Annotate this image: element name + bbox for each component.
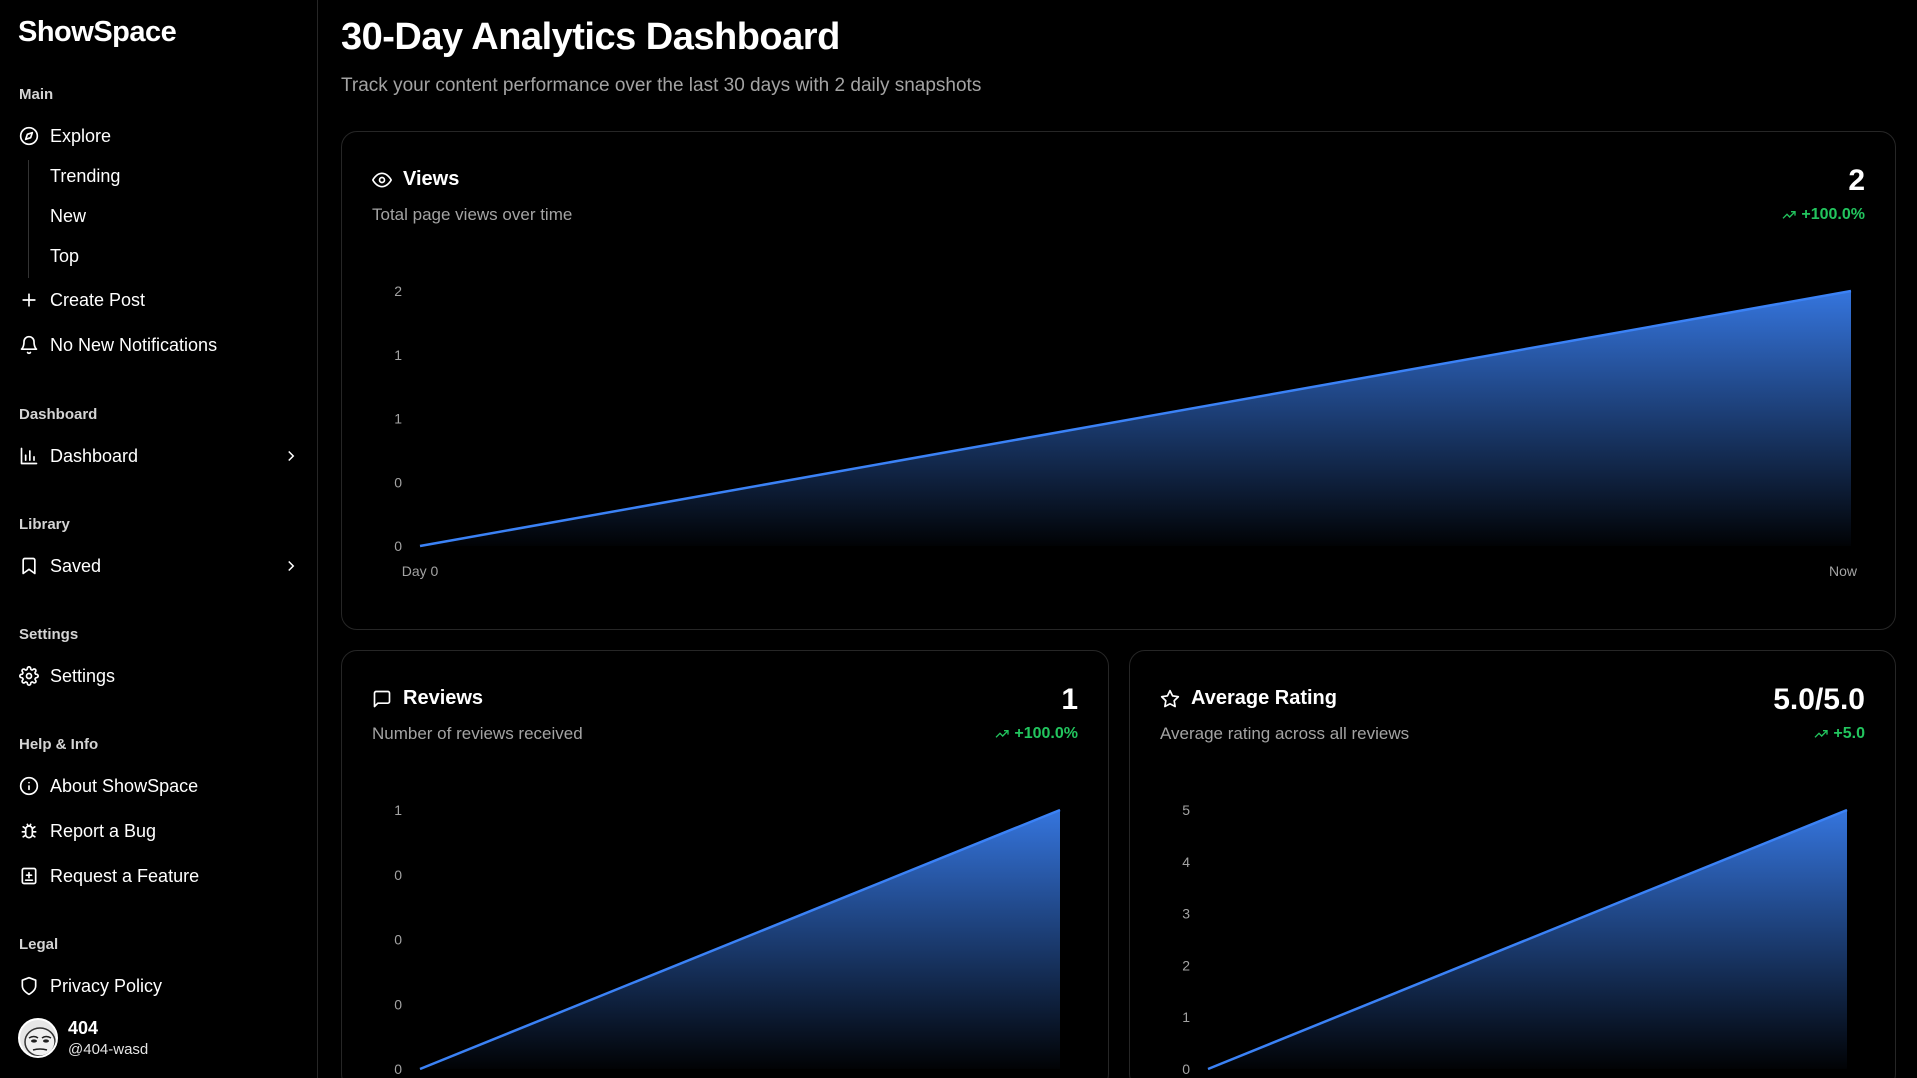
sidebar-item-label: Saved [50, 555, 102, 576]
sidebar-item-label: Request a Feature [50, 865, 200, 886]
x-tick-label: Day 0 [402, 563, 439, 579]
page-title: 30-Day Analytics Dashboard [341, 16, 840, 58]
y-tick-label: 0 [394, 932, 402, 948]
sidebar-item-label: Privacy Policy [50, 975, 163, 996]
section-label-help: Help & Info [19, 736, 99, 753]
rating-card: Average Rating Average rating across all… [1129, 650, 1896, 1078]
y-tick-label: 1 [394, 802, 402, 818]
sidebar-item-label: Explore [50, 125, 112, 146]
y-tick-label: 0 [394, 474, 402, 490]
y-tick-label: 0 [394, 1061, 402, 1077]
y-tick-label: 1 [394, 347, 402, 363]
rating-chart: 0 1 2 3 4 5 [1182, 802, 1848, 1077]
sidebar-item-label: Create Post [50, 289, 146, 310]
user-name: 404 [68, 1018, 99, 1038]
submenu-divider [28, 160, 29, 278]
sidebar-item-dashboard[interactable]: Dashboard [18, 438, 300, 474]
info-icon [18, 775, 40, 797]
sidebar-item-top[interactable]: Top [50, 246, 79, 267]
brand-logo[interactable]: ShowSpace [18, 16, 177, 49]
y-tick-label: 3 [1182, 906, 1190, 922]
y-tick-label: 0 [394, 996, 402, 1012]
chevron-right-icon [282, 447, 300, 465]
sidebar-item-request-feature[interactable]: Request a Feature [18, 858, 300, 894]
y-tick-label: 2 [394, 283, 402, 299]
y-tick-label: 5 [1182, 802, 1190, 818]
sidebar-item-label: About ShowSpace [50, 775, 199, 796]
compass-icon [18, 125, 40, 147]
y-tick-label: 0 [394, 538, 402, 554]
y-tick-label: 1 [1182, 1009, 1190, 1025]
section-label-library: Library [19, 516, 70, 533]
sidebar-item-report-bug[interactable]: Report a Bug [18, 813, 300, 849]
bar-chart-icon [18, 445, 40, 467]
section-label-dashboard: Dashboard [19, 406, 98, 423]
y-tick-label: 0 [394, 867, 402, 883]
user-profile[interactable]: 404 @404-wasd [18, 1018, 148, 1058]
sidebar: ShowSpace Main Explore Trending New Top … [0, 0, 318, 1078]
y-tick-label: 4 [1182, 854, 1190, 870]
section-label-settings: Settings [19, 626, 79, 643]
bug-icon [18, 820, 40, 842]
y-tick-label: 2 [1182, 957, 1190, 973]
sidebar-item-explore[interactable]: Explore [18, 118, 300, 154]
y-tick-label: 0 [1182, 1061, 1190, 1077]
sidebar-item-saved[interactable]: Saved [18, 548, 300, 584]
reviews-card: Reviews Number of reviews received 1 +10… [341, 650, 1109, 1078]
x-tick-label: Now [1829, 563, 1858, 579]
user-handle: @404-wasd [68, 1041, 149, 1058]
section-label-main: Main [19, 86, 54, 103]
gear-icon [18, 665, 40, 687]
sidebar-item-label: No New Notifications [50, 334, 218, 355]
bookmark-icon [18, 555, 40, 577]
avatar [18, 1018, 58, 1058]
sidebar-item-settings[interactable]: Settings [18, 658, 300, 694]
chevron-right-icon [282, 557, 300, 575]
sidebar-item-notifications[interactable]: No New Notifications [18, 327, 300, 363]
sidebar-item-label: Report a Bug [50, 820, 157, 841]
reviews-chart: 0 0 0 0 1 [394, 802, 1061, 1077]
sidebar-item-trending[interactable]: Trending [50, 166, 120, 187]
shield-icon [18, 975, 40, 997]
sidebar-item-new[interactable]: New [50, 206, 86, 227]
y-tick-label: 1 [394, 411, 402, 427]
bell-icon [18, 334, 40, 356]
sidebar-item-create-post[interactable]: Create Post [18, 282, 300, 318]
feature-request-icon [18, 865, 40, 887]
plus-icon [18, 289, 40, 311]
views-chart: 0 0 1 1 2 Day 0 Now [394, 283, 1858, 579]
sidebar-item-privacy[interactable]: Privacy Policy [18, 968, 300, 1004]
sidebar-item-about[interactable]: About ShowSpace [18, 768, 300, 804]
page-subtitle: Track your content performance over the … [341, 75, 982, 96]
sidebar-item-label: Settings [50, 665, 116, 686]
sidebar-item-label: Dashboard [50, 445, 139, 466]
section-label-legal: Legal [19, 936, 59, 953]
views-card: Views Total page views over time 2 +100.… [341, 131, 1896, 630]
